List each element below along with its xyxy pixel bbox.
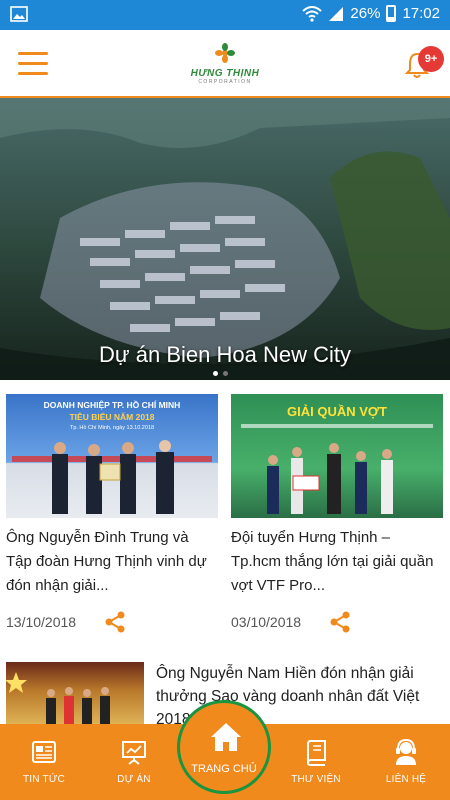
news-thumbnail: GIẢI QUẦN VỢT xyxy=(231,394,443,518)
home-icon xyxy=(211,723,241,751)
nav-home-button[interactable]: TRANG CHỦ xyxy=(177,700,271,794)
share-icon[interactable] xyxy=(329,611,351,633)
nav-library[interactable]: THƯ VIỆN xyxy=(276,724,356,800)
battery-icon xyxy=(386,5,397,22)
nav-projects-label: DỰ ÁN xyxy=(117,774,151,785)
battery-percent: 26% xyxy=(350,5,381,22)
news-date: 03/10/2018 xyxy=(231,614,302,630)
share-icon[interactable] xyxy=(104,611,126,633)
slide-dot[interactable] xyxy=(223,371,228,376)
nav-home-label: TRANG CHỦ xyxy=(191,763,257,775)
news-title[interactable]: Đội tuyển Hưng Thịnh – Tp.hcm thắng lớn … xyxy=(231,526,443,598)
nav-contact-label: LIÊN HỆ xyxy=(385,774,427,785)
newspaper-icon xyxy=(32,741,56,763)
app-header: HƯNG THỊNH CORPORATION xyxy=(0,30,450,98)
logo-flower-icon xyxy=(215,43,235,63)
signal-icon xyxy=(329,6,344,21)
nav-news-label: TIN TỨC xyxy=(23,774,65,785)
featured-thumbnail xyxy=(6,662,144,732)
news-meta: 03/10/2018 xyxy=(231,608,443,638)
award-stage-image xyxy=(6,672,110,732)
nav-news[interactable]: TIN TỨC xyxy=(4,724,84,800)
book-icon xyxy=(306,740,326,766)
tennis-team-image xyxy=(241,424,433,514)
logo-brand-text: HƯNG THỊNH xyxy=(190,68,260,79)
logo-sub-text: CORPORATION xyxy=(198,79,252,85)
news-title[interactable]: Ông Nguyễn Đình Trung và Tập đoàn Hưng T… xyxy=(6,526,218,598)
status-bar: 26% 17:02 xyxy=(0,0,450,30)
company-logo: HƯNG THỊNH CORPORATION xyxy=(185,43,265,91)
nav-contact[interactable]: LIÊN HỆ xyxy=(366,724,446,800)
presentation-board-icon xyxy=(122,741,146,765)
gallery-icon xyxy=(10,6,28,22)
nav-projects[interactable]: DỰ ÁN xyxy=(94,724,174,800)
news-card[interactable]: DOANH NGHIỆP TP. HỒ CHÍ MINH TIÊU BIỂU N… xyxy=(6,394,218,638)
menu-icon[interactable] xyxy=(18,52,48,76)
aerial-city-image xyxy=(0,98,450,380)
hero-banner[interactable]: Dự án Bien Hoa New City xyxy=(0,98,450,380)
award-people-image xyxy=(12,440,212,514)
notification-badge[interactable]: 9+ xyxy=(418,46,444,72)
news-date: 13/10/2018 xyxy=(6,614,77,630)
nav-library-label: THƯ VIỆN xyxy=(291,774,341,785)
news-card[interactable]: GIẢI QUẦN VỢT Đội tuyển Hưng Thịnh – Tp.… xyxy=(231,394,443,638)
wifi-icon xyxy=(302,5,323,22)
slide-dot-active[interactable] xyxy=(213,371,218,376)
support-agent-icon xyxy=(396,738,416,765)
news-thumbnail: DOANH NGHIỆP TP. HỒ CHÍ MINH TIÊU BIỂU N… xyxy=(6,394,218,518)
hero-caption: Dự án Bien Hoa New City xyxy=(99,342,351,367)
clock: 17:02 xyxy=(402,5,440,22)
news-meta: 13/10/2018 xyxy=(6,608,218,638)
